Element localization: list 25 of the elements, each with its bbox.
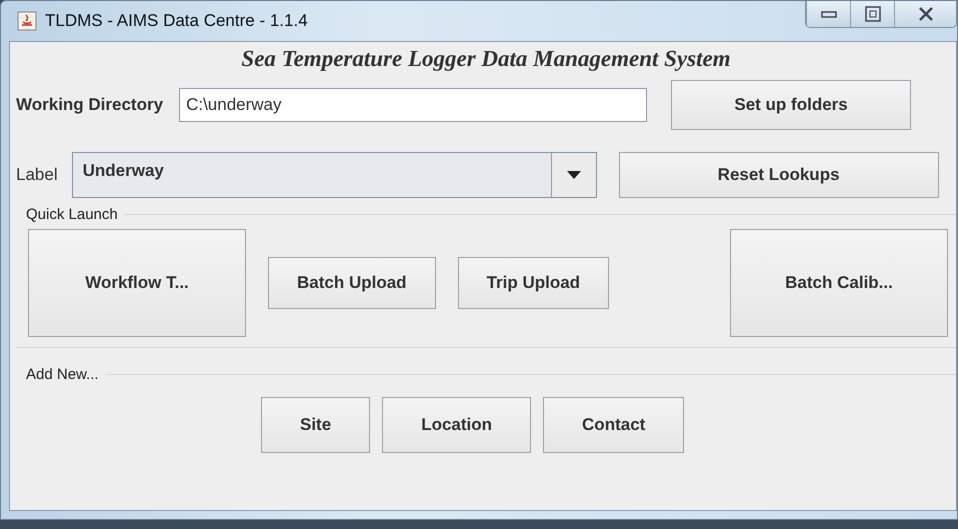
add-button[interactable]: Site bbox=[261, 397, 370, 453]
label-dropdown[interactable]: Underway bbox=[72, 152, 597, 198]
launch-button[interactable]: Trip Upload bbox=[458, 257, 610, 309]
app-heading: Sea Temperature Logger Data Management System bbox=[240, 46, 732, 72]
dropdown-arrow-icon bbox=[566, 171, 581, 179]
directory-field[interactable]: C:\underway bbox=[179, 88, 648, 122]
section-title: Add New... bbox=[26, 366, 99, 383]
maximize-button[interactable] bbox=[850, 1, 894, 27]
close-button[interactable] bbox=[894, 1, 956, 27]
add-button[interactable]: Contact bbox=[543, 397, 684, 453]
minimize-icon bbox=[820, 9, 836, 19]
launch-button[interactable]: Batch Upload bbox=[268, 257, 436, 309]
section-title: Quick Launch bbox=[26, 206, 118, 223]
window-title: TLDMS - AIMS Data Centre - 1.1.4 bbox=[45, 11, 308, 31]
reset-lookups-button[interactable]: Reset Lookups bbox=[618, 152, 939, 198]
field-label: Label bbox=[16, 165, 58, 185]
close-icon bbox=[918, 7, 934, 21]
field-label: Working Directory bbox=[16, 95, 164, 115]
java-icon bbox=[17, 11, 37, 31]
minimize-button[interactable] bbox=[806, 1, 850, 27]
add-button[interactable]: Location bbox=[382, 397, 532, 453]
setup-folders-button[interactable]: Set up folders bbox=[671, 80, 912, 130]
launch-button[interactable]: Batch Calib... bbox=[730, 229, 948, 337]
launch-button[interactable]: Workflow T... bbox=[28, 229, 246, 337]
restore-icon bbox=[864, 6, 880, 22]
